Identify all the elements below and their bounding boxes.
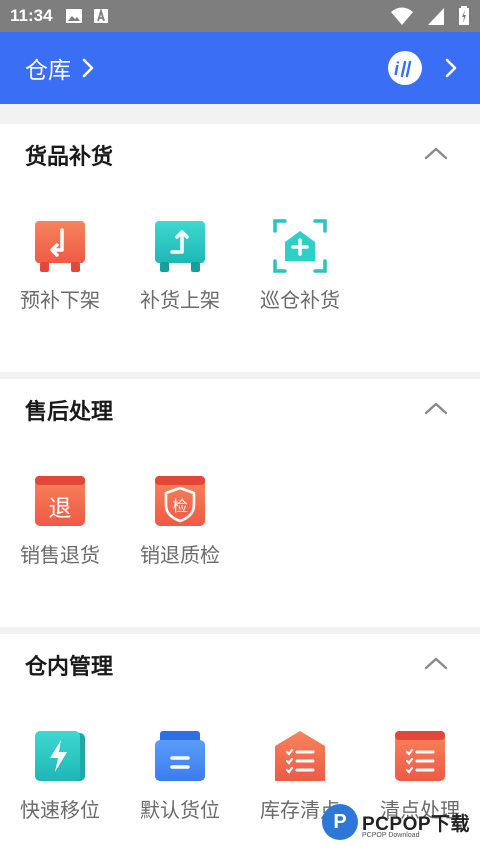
section-grid: 预补下架 补货上架 巡仓补货 <box>0 186 480 366</box>
item-default-location[interactable]: 默认货位 <box>120 696 240 853</box>
chevron-up-icon[interactable] <box>424 656 448 670</box>
a-icon <box>93 8 108 23</box>
avatar[interactable]: i <box>388 51 422 85</box>
item-label: 预补下架 <box>20 288 100 312</box>
section-replenish: 货品补货 预补下架 补货上架 巡仓补货 <box>0 124 480 372</box>
patrol-replenish-icon <box>273 219 327 273</box>
section-header[interactable]: 售后处理 <box>0 379 480 441</box>
warehouse-title[interactable]: 仓库 <box>25 51 71 85</box>
chevron-up-icon[interactable] <box>424 146 448 160</box>
item-replenish-up[interactable]: 补货上架 <box>120 186 240 366</box>
item-sales-return[interactable]: 退 销售退货 <box>0 441 120 621</box>
section-title: 货品补货 <box>25 145 114 170</box>
replenish-up-icon <box>155 221 205 272</box>
app-header: 仓库 i <box>0 32 480 104</box>
return-inspection-icon: 检 <box>155 476 205 526</box>
chevron-up-icon[interactable] <box>424 401 448 415</box>
item-quick-move[interactable]: 快速移位 <box>0 696 120 853</box>
status-time: 11:34 <box>10 6 53 25</box>
default-location-icon <box>155 731 205 781</box>
item-patrol-replenish[interactable]: 巡仓补货 <box>240 186 360 366</box>
wifi-icon <box>391 7 413 25</box>
item-label: 销售退货 <box>20 543 100 567</box>
watermark-subtext: PCPOP Download <box>362 832 420 839</box>
section-title: 售后处理 <box>25 400 114 425</box>
inventory-check-icon <box>275 731 325 781</box>
section-header[interactable]: 仓内管理 <box>0 634 480 696</box>
section-after-sales: 售后处理 退 销售退货 检 销退质检 <box>0 379 480 627</box>
item-label: 默认货位 <box>140 798 220 822</box>
quick-move-icon <box>35 731 85 781</box>
app-logo-icon: i <box>394 59 412 79</box>
watermark-logo: P <box>322 804 358 840</box>
item-label: 巡仓补货 <box>260 288 340 312</box>
item-label: 销退质检 <box>140 543 220 567</box>
item-label: 补货上架 <box>140 288 220 312</box>
section-title: 仓内管理 <box>25 655 114 680</box>
item-label: 快速移位 <box>20 798 100 822</box>
item-return-inspection[interactable]: 检 销退质检 <box>120 441 240 621</box>
battery-icon <box>459 6 469 25</box>
section-grid: 退 销售退货 检 销退质检 <box>0 441 480 621</box>
image-icon <box>65 9 82 23</box>
signal-icon <box>428 8 444 25</box>
section-header[interactable]: 货品补货 <box>0 124 480 186</box>
svg-text:i: i <box>394 59 400 79</box>
watermark: P PCPOP下载 PCPOP Download <box>322 800 472 844</box>
svg-text:退: 退 <box>49 496 72 522</box>
chevron-right-icon[interactable] <box>81 57 95 79</box>
item-pre-replenish-down[interactable]: 预补下架 <box>0 186 120 366</box>
chevron-right-icon[interactable] <box>444 57 458 79</box>
sales-return-icon: 退 <box>35 476 85 526</box>
check-process-icon <box>395 731 445 781</box>
svg-text:检: 检 <box>172 497 187 515</box>
pre-replenish-down-icon <box>35 221 85 272</box>
status-bar: 11:34 <box>0 0 480 32</box>
